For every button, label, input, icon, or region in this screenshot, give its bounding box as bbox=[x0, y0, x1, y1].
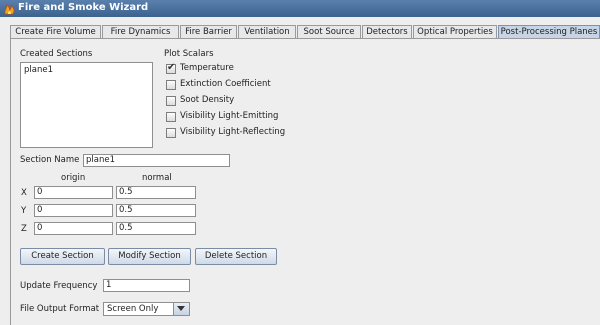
tab-create-fire-volume[interactable]: Create Fire Volume bbox=[10, 25, 101, 38]
visibility-light-reflecting-label: Visibility Light-Reflecting bbox=[180, 127, 286, 137]
visibility-light-reflecting-checkbox[interactable] bbox=[166, 128, 176, 138]
origin-x-input[interactable]: 0 bbox=[34, 186, 113, 199]
tab-detectors[interactable]: Detectors bbox=[362, 25, 412, 38]
list-item[interactable]: plane1 bbox=[24, 65, 53, 75]
section-name-input[interactable]: plane1 bbox=[83, 154, 230, 167]
normal-x-input[interactable]: 0.5 bbox=[116, 186, 196, 199]
fire-wizard-icon bbox=[4, 4, 15, 15]
title-bar: Fire and Smoke Wizard bbox=[0, 0, 600, 17]
x-axis-label: X bbox=[21, 188, 27, 198]
created-sections-list[interactable]: plane1 bbox=[20, 62, 153, 148]
file-output-format-value: Screen Only bbox=[107, 304, 159, 314]
modify-section-button[interactable]: Modify Section bbox=[108, 248, 191, 265]
checkmark-icon: ✔ bbox=[167, 62, 176, 73]
tab-fire-barrier[interactable]: Fire Barrier bbox=[180, 25, 237, 38]
normal-header: normal bbox=[142, 173, 172, 183]
origin-y-input[interactable]: 0 bbox=[34, 204, 113, 217]
normal-z-input[interactable]: 0.5 bbox=[116, 222, 196, 235]
temperature-label: Temperature bbox=[180, 63, 234, 73]
temperature-checkbox[interactable]: ✔ bbox=[166, 62, 176, 74]
origin-header: origin bbox=[61, 173, 86, 183]
plot-scalars-label: Plot Scalars bbox=[164, 49, 214, 59]
section-name-label: Section Name bbox=[20, 155, 80, 165]
window-title: Fire and Smoke Wizard bbox=[18, 2, 149, 13]
soot-density-checkbox[interactable] bbox=[166, 96, 176, 106]
dropdown-button[interactable] bbox=[173, 303, 189, 315]
update-frequency-label: Update Frequency bbox=[20, 281, 98, 291]
tab-soot-source[interactable]: Soot Source bbox=[297, 25, 361, 38]
z-axis-label: Z bbox=[21, 224, 27, 234]
normal-y-input[interactable]: 0.5 bbox=[116, 204, 196, 217]
tab-post-processing-planes[interactable]: Post-Processing Planes bbox=[498, 25, 600, 39]
delete-section-button[interactable]: Delete Section bbox=[195, 248, 277, 265]
create-section-button[interactable]: Create Section bbox=[20, 248, 105, 265]
tab-ventilation[interactable]: Ventilation bbox=[238, 25, 296, 38]
created-sections-label: Created Sections bbox=[20, 49, 93, 59]
chevron-down-icon bbox=[177, 306, 185, 311]
file-output-format-label: File Output Format bbox=[20, 304, 100, 314]
origin-z-input[interactable]: 0 bbox=[34, 222, 113, 235]
tab-fire-dynamics[interactable]: Fire Dynamics bbox=[102, 25, 179, 38]
extinction-coefficient-label: Extinction Coefficient bbox=[180, 79, 271, 89]
extinction-coefficient-checkbox[interactable] bbox=[166, 80, 176, 90]
tab-optical-properties[interactable]: Optical Properties bbox=[413, 25, 497, 38]
visibility-light-emitting-checkbox[interactable] bbox=[166, 112, 176, 122]
soot-density-label: Soot Density bbox=[180, 95, 235, 105]
tab-bar: Create Fire Volume Fire Dynamics Fire Ba… bbox=[10, 25, 600, 39]
update-frequency-input[interactable]: 1 bbox=[103, 279, 190, 292]
file-output-format-select[interactable]: Screen Only bbox=[103, 302, 190, 316]
y-axis-label: Y bbox=[21, 206, 27, 216]
visibility-light-emitting-label: Visibility Light-Emitting bbox=[180, 111, 279, 121]
